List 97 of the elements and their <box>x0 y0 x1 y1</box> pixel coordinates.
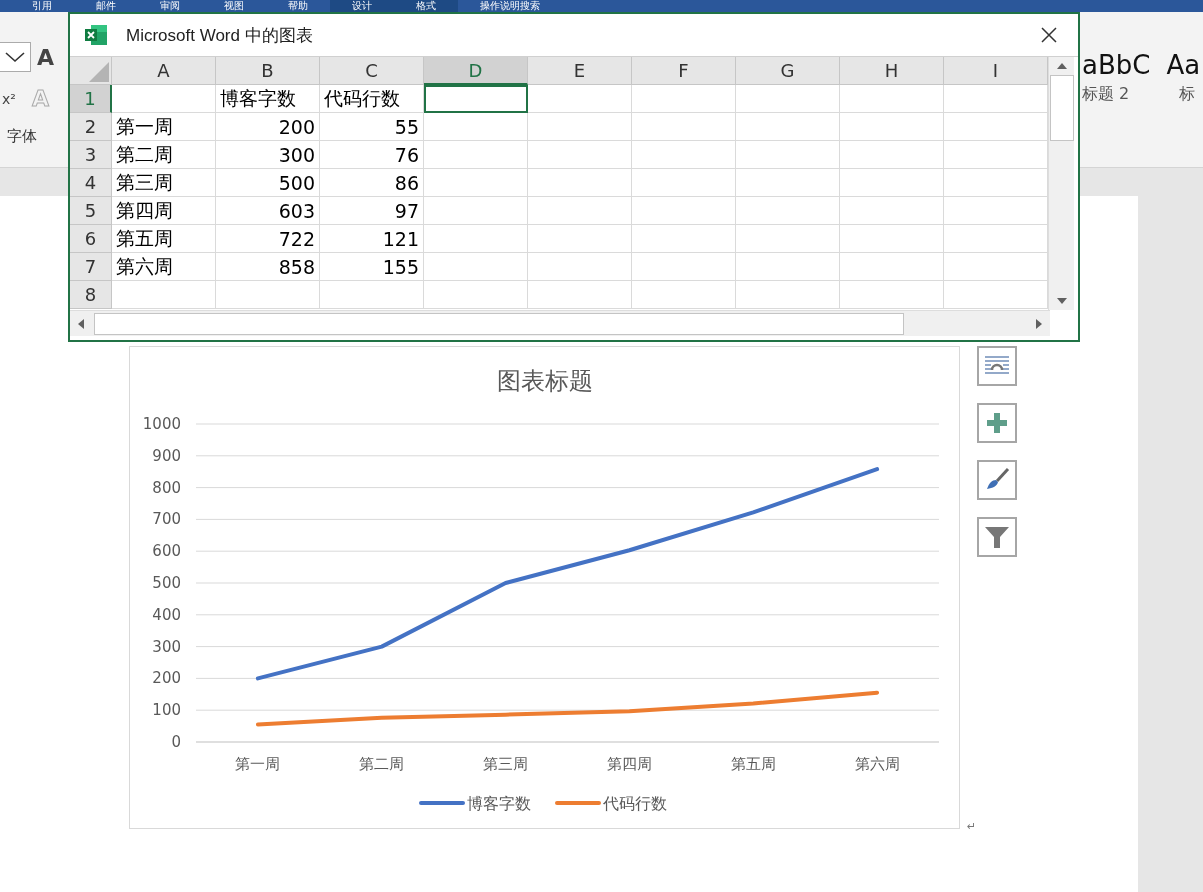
row-header[interactable]: 2 <box>70 113 112 141</box>
row-header[interactable]: 6 <box>70 225 112 253</box>
table-cell[interactable]: 155 <box>320 253 424 281</box>
column-header[interactable]: G <box>736 57 840 85</box>
table-cell[interactable] <box>424 85 528 113</box>
ribbon-tab[interactable]: 邮件 <box>74 0 138 12</box>
ribbon-tab[interactable]: 引用 <box>10 0 74 12</box>
style-name[interactable]: 标 <box>1179 84 1196 105</box>
table-cell[interactable]: 第五周 <box>112 225 216 253</box>
style-name[interactable]: 标题 2 <box>1082 84 1130 105</box>
table-cell[interactable]: 200 <box>216 113 320 141</box>
window-title: Microsoft Word 中的图表 <box>126 24 314 47</box>
table-cell[interactable]: 第六周 <box>112 253 216 281</box>
vertical-scrollbar[interactable] <box>1048 57 1074 310</box>
row-header[interactable]: 1 <box>70 85 112 113</box>
style-preview[interactable]: aBbC <box>1082 50 1151 80</box>
y-tick-label: 1000 <box>142 415 181 433</box>
x-tick-label: 第六周 <box>854 755 900 773</box>
column-header[interactable]: A <box>112 57 216 85</box>
y-tick-label: 600 <box>152 542 181 561</box>
chart-styles-button[interactable] <box>977 460 1017 500</box>
group-label: 字体 <box>6 127 38 146</box>
y-tick-label: 500 <box>152 574 181 592</box>
table-cell[interactable]: 第一周 <box>112 113 216 141</box>
scroll-thumb[interactable] <box>1049 75 1074 141</box>
chart-title: 图表标题 <box>497 367 593 395</box>
down-arrow-icon <box>1054 296 1069 306</box>
x-tick-label: 第二周 <box>359 755 405 773</box>
x-tick-label: 第五周 <box>730 755 776 773</box>
horizontal-scrollbar[interactable] <box>70 310 1050 336</box>
corner-triangle-icon <box>89 62 109 82</box>
chart-filters-button[interactable] <box>977 517 1017 557</box>
y-tick-label: 100 <box>152 701 181 720</box>
table-cell[interactable]: 76 <box>320 141 424 169</box>
style-preview[interactable]: Aa <box>1166 50 1201 80</box>
y-tick-label: 400 <box>152 605 181 624</box>
table-cell[interactable]: 代码行数 <box>320 85 424 113</box>
line-chart[interactable]: 图表标题 0 100 200 300 400 500 600 700 800 900 1000 第一周 第二周 第三周 第四周 第五周 第六周 博客字数 代码行数 <box>129 346 960 829</box>
table-cell[interactable]: 第三周 <box>112 169 216 197</box>
table-cell[interactable]: 722 <box>216 225 320 253</box>
x-tick-label: 第一周 <box>235 755 281 773</box>
chart-elements-button[interactable] <box>977 403 1017 443</box>
chevron-down-icon <box>4 50 26 64</box>
spreadsheet-icon <box>84 24 108 46</box>
table-cell[interactable]: 第二周 <box>112 141 216 169</box>
right-arrow-icon <box>1034 316 1044 331</box>
ribbon-tab[interactable]: 审阅 <box>138 0 202 12</box>
column-header[interactable]: I <box>944 57 1048 85</box>
table-cell[interactable]: 86 <box>320 169 424 197</box>
scroll-thumb[interactable] <box>94 312 904 335</box>
table-cell[interactable]: 603 <box>216 197 320 225</box>
row-header[interactable]: 5 <box>70 197 112 225</box>
legend-label: 博客字数 <box>467 794 531 813</box>
up-arrow-icon <box>1054 61 1069 71</box>
x-tick-label: 第三周 <box>483 755 529 773</box>
y-tick-label: 0 <box>171 733 181 751</box>
select-all-corner[interactable] <box>70 57 112 85</box>
superscript-button[interactable]: x² <box>2 90 16 107</box>
table-cell[interactable]: 858 <box>216 253 320 281</box>
y-tick-label: 800 <box>152 478 181 497</box>
column-header[interactable]: D <box>424 57 528 85</box>
table-cell[interactable]: 121 <box>320 225 424 253</box>
font-size-dropdown[interactable] <box>0 42 31 72</box>
y-tick-label: 700 <box>152 510 181 529</box>
ribbon-tab[interactable]: 帮助 <box>266 0 330 12</box>
table-cell[interactable]: 博客字数 <box>216 85 320 113</box>
ribbon-tab[interactable]: 设计 <box>330 0 394 12</box>
legend-label: 代码行数 <box>603 794 667 813</box>
layout-options-button[interactable] <box>977 346 1017 386</box>
column-header[interactable]: E <box>528 57 632 85</box>
table-cell[interactable]: 第四周 <box>112 197 216 225</box>
x-tick-label: 第四周 <box>606 755 652 773</box>
table-cell[interactable]: 55 <box>320 113 424 141</box>
wrap-text-icon <box>984 355 1010 377</box>
paragraph-mark: ↵ <box>967 820 977 833</box>
row-header[interactable]: 3 <box>70 141 112 169</box>
y-tick-label: 300 <box>152 637 181 656</box>
y-tick-label: 900 <box>152 446 181 465</box>
left-arrow-icon <box>76 316 86 331</box>
table-cell[interactable]: 500 <box>216 169 320 197</box>
y-tick-label: 200 <box>152 669 181 688</box>
table-cell[interactable]: 97 <box>320 197 424 225</box>
row-header[interactable]: 4 <box>70 169 112 197</box>
table-cell[interactable]: 300 <box>216 141 320 169</box>
column-header[interactable]: F <box>632 57 736 85</box>
filter-icon <box>984 525 1010 549</box>
plus-icon <box>986 412 1008 434</box>
close-icon <box>1041 27 1057 43</box>
ribbon-tab[interactable]: 操作说明搜索 <box>458 0 562 12</box>
grow-font-button[interactable]: A <box>37 44 55 70</box>
column-header[interactable]: H <box>840 57 944 85</box>
column-header[interactable]: B <box>216 57 320 85</box>
row-header[interactable]: 7 <box>70 253 112 281</box>
ribbon-tab[interactable]: 视图 <box>202 0 266 12</box>
ribbon-tab[interactable]: 格式 <box>394 0 458 12</box>
row-header[interactable]: 8 <box>70 281 112 309</box>
column-header[interactable]: C <box>320 57 424 85</box>
